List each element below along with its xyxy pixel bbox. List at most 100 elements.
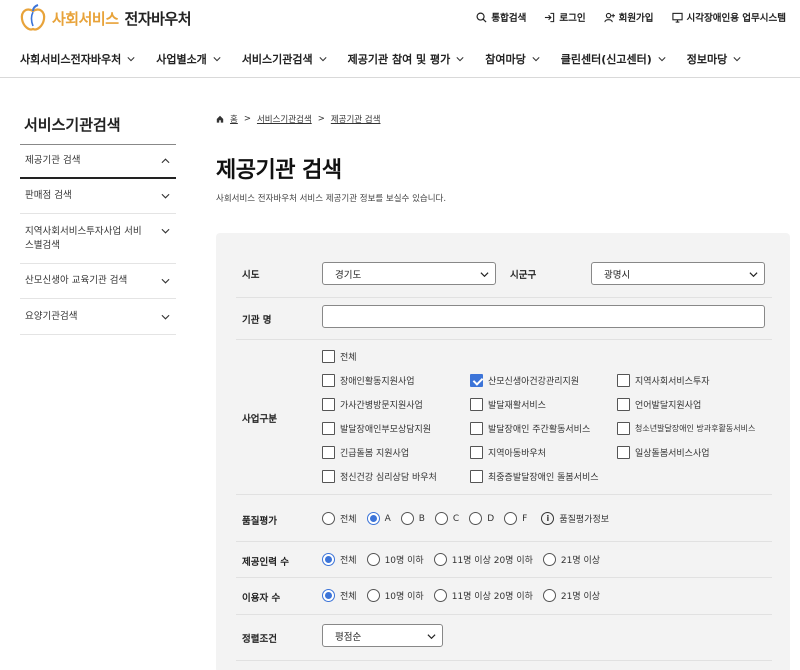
quality-radio-d[interactable]: D: [469, 512, 494, 525]
radio-circle[interactable]: [366, 553, 380, 566]
gnb-item-programs[interactable]: 사업별소개: [156, 51, 221, 67]
biz-checkbox-home-care[interactable]: 가사간병방문지원사업: [322, 398, 423, 411]
sigungu-select[interactable]: 광명시: [591, 262, 765, 285]
checkbox-label: 청소년발달장애인 방과후활동서비스: [635, 424, 756, 433]
biz-checkbox-daily-care[interactable]: 일상돌봄서비스사업: [617, 446, 710, 459]
chevron-up-icon: [161, 158, 170, 164]
top-bar: 사회서비스 전자바우처 통합검색 로그인 회원가입 시각장애인용 업무시스템: [0, 0, 800, 38]
quality-radio-c[interactable]: C: [434, 512, 459, 525]
checkbox-box[interactable]: [470, 398, 483, 411]
users-radio-under-10[interactable]: 10명 이하: [366, 589, 424, 602]
gnb-item-evaluation[interactable]: 제공기관 참여 및 평가: [348, 51, 465, 67]
sidebar-menu: 제공기관 검색 판매점 검색 지역사회서비스투자사업 서비스별검색 산모신생아 …: [20, 144, 176, 335]
radio-circle[interactable]: [504, 512, 518, 525]
checkbox-box[interactable]: [322, 398, 335, 411]
checkbox-box[interactable]: [617, 398, 630, 411]
sidebar-item-education-search[interactable]: 산모신생아 교육기관 검색: [20, 264, 176, 299]
biz-checkbox-maternity[interactable]: 산모신생아건강관리지원: [470, 374, 579, 387]
staff-radio-over-21[interactable]: 21명 이상: [542, 553, 600, 566]
breadcrumb-service-search[interactable]: 서비스기관검색: [257, 113, 312, 125]
radio-circle[interactable]: [366, 512, 380, 525]
sidebar-item-community-search[interactable]: 지역사회서비스투자사업 서비스별검색: [20, 214, 176, 264]
sigungu-label: 시군구: [510, 270, 537, 281]
sidebar-item-provider-search[interactable]: 제공기관 검색: [20, 144, 176, 179]
chevron-down-icon: [319, 56, 327, 61]
radio-circle[interactable]: [322, 589, 335, 602]
radio-circle[interactable]: [400, 512, 414, 525]
sido-select[interactable]: 경기도: [322, 262, 496, 285]
biz-checkbox-community-investment[interactable]: 지역사회서비스투자: [617, 374, 710, 387]
radio-circle[interactable]: [542, 589, 556, 602]
chevron-down-icon: [532, 56, 540, 61]
staff-radio-11-20[interactable]: 11명 이상 20명 이하: [433, 553, 533, 566]
checkbox-box[interactable]: [617, 374, 630, 387]
checkbox-box[interactable]: [322, 422, 335, 435]
breadcrumb-separator-icon: >: [317, 114, 325, 124]
radio-circle[interactable]: [322, 512, 335, 525]
biz-checkbox-severe-disability-care[interactable]: 최중증발달장애인 돌봄서비스: [470, 470, 599, 483]
site-logo[interactable]: 사회서비스 전자바우처: [20, 4, 192, 32]
biz-checkbox-all[interactable]: 전체: [322, 350, 357, 363]
checkbox-box[interactable]: [617, 422, 630, 435]
quality-radio-all[interactable]: 전체: [322, 512, 357, 525]
sidebar-item-label: 요양기관검색: [25, 310, 78, 322]
sidebar-item-care-search[interactable]: 요양기관검색: [20, 299, 176, 335]
quality-radio-b[interactable]: B: [400, 512, 425, 525]
gnb-item-clean-center[interactable]: 클린센터(신고센터): [561, 51, 666, 67]
biz-checkbox-disability-activity[interactable]: 장애인활동지원사업: [322, 374, 415, 387]
biz-checkbox-child-voucher[interactable]: 지역아동바우처: [470, 446, 546, 459]
breadcrumb-provider-search[interactable]: 제공기관 검색: [331, 113, 381, 125]
gnb-item-participation[interactable]: 참여마당: [485, 51, 540, 67]
util-login-label: 로그인: [559, 13, 586, 24]
radio-circle[interactable]: [434, 512, 448, 525]
checkbox-box[interactable]: [617, 446, 630, 459]
radio-circle[interactable]: [433, 553, 447, 566]
radio-circle[interactable]: [542, 553, 556, 566]
users-radio-all[interactable]: 전체: [322, 589, 357, 602]
provider-name-input[interactable]: [322, 305, 765, 328]
radio-circle[interactable]: [366, 589, 380, 602]
checkbox-box[interactable]: [470, 374, 483, 387]
checkbox-box[interactable]: [470, 446, 483, 459]
chevron-down-icon: [213, 56, 221, 61]
checkbox-box[interactable]: [322, 470, 335, 483]
staff-radio-all[interactable]: 전체: [322, 553, 357, 566]
home-icon: [216, 115, 224, 123]
sidebar-item-store-search[interactable]: 판매점 검색: [20, 179, 176, 214]
quality-radio-f[interactable]: F: [504, 512, 527, 525]
gnb-item-voucher[interactable]: 사회서비스전자바우처: [20, 51, 135, 67]
biz-checkbox-mental-health[interactable]: 정신건강 심리상담 바우처: [322, 470, 437, 483]
radio-circle[interactable]: [433, 589, 447, 602]
biz-checkbox-development-rehab[interactable]: 발달재활서비스: [470, 398, 546, 411]
user-count-row: 이용자 수 전체 10명 이하 11명 이상 20명 이하 21명 이상: [236, 578, 772, 615]
checkbox-box[interactable]: [322, 446, 335, 459]
chevron-down-icon: [749, 272, 758, 278]
util-login-link[interactable]: 로그인: [544, 10, 586, 24]
gnb-item-info[interactable]: 정보마당: [687, 51, 741, 67]
sort-select[interactable]: 평점순: [322, 624, 443, 647]
checkbox-box[interactable]: [322, 374, 335, 387]
quality-row: 품질평가 전체 A B C D F i 품질평가정보: [236, 495, 772, 542]
biz-checkbox-language[interactable]: 언어발달지원사업: [617, 398, 701, 411]
checkbox-box[interactable]: [470, 422, 483, 435]
users-radio-over-21[interactable]: 21명 이상: [542, 589, 600, 602]
quality-info-link[interactable]: i 품질평가정보: [541, 512, 609, 525]
staff-radio-under-10[interactable]: 10명 이하: [366, 553, 424, 566]
biz-checkbox-day-activity[interactable]: 발달장애인 주간활동서비스: [470, 422, 590, 435]
radio-circle[interactable]: [469, 512, 483, 525]
gnb-item-search[interactable]: 서비스기관검색: [242, 51, 327, 67]
radio-circle[interactable]: [322, 553, 335, 566]
gnb-label: 서비스기관검색: [241, 52, 313, 66]
util-search-link[interactable]: 통합검색: [476, 10, 526, 24]
util-accessibility-link[interactable]: 시각장애인용 업무시스템: [671, 10, 786, 24]
biz-checkbox-parent-counseling[interactable]: 발달장애인부모상담지원: [322, 422, 431, 435]
checkbox-box[interactable]: [470, 470, 483, 483]
breadcrumb-home[interactable]: 홈: [230, 113, 238, 125]
users-radio-11-20[interactable]: 11명 이상 20명 이하: [433, 589, 533, 602]
biz-checkbox-after-school[interactable]: 청소년발달장애인 방과후활동서비스: [617, 422, 755, 435]
util-signup-link[interactable]: 회원가입: [603, 10, 654, 24]
biz-checkbox-emergency-care[interactable]: 긴급돌봄 지원사업: [322, 446, 409, 459]
sido-value: 경기도: [335, 269, 362, 281]
checkbox-box[interactable]: [322, 350, 335, 363]
quality-radio-a[interactable]: A: [366, 512, 391, 525]
